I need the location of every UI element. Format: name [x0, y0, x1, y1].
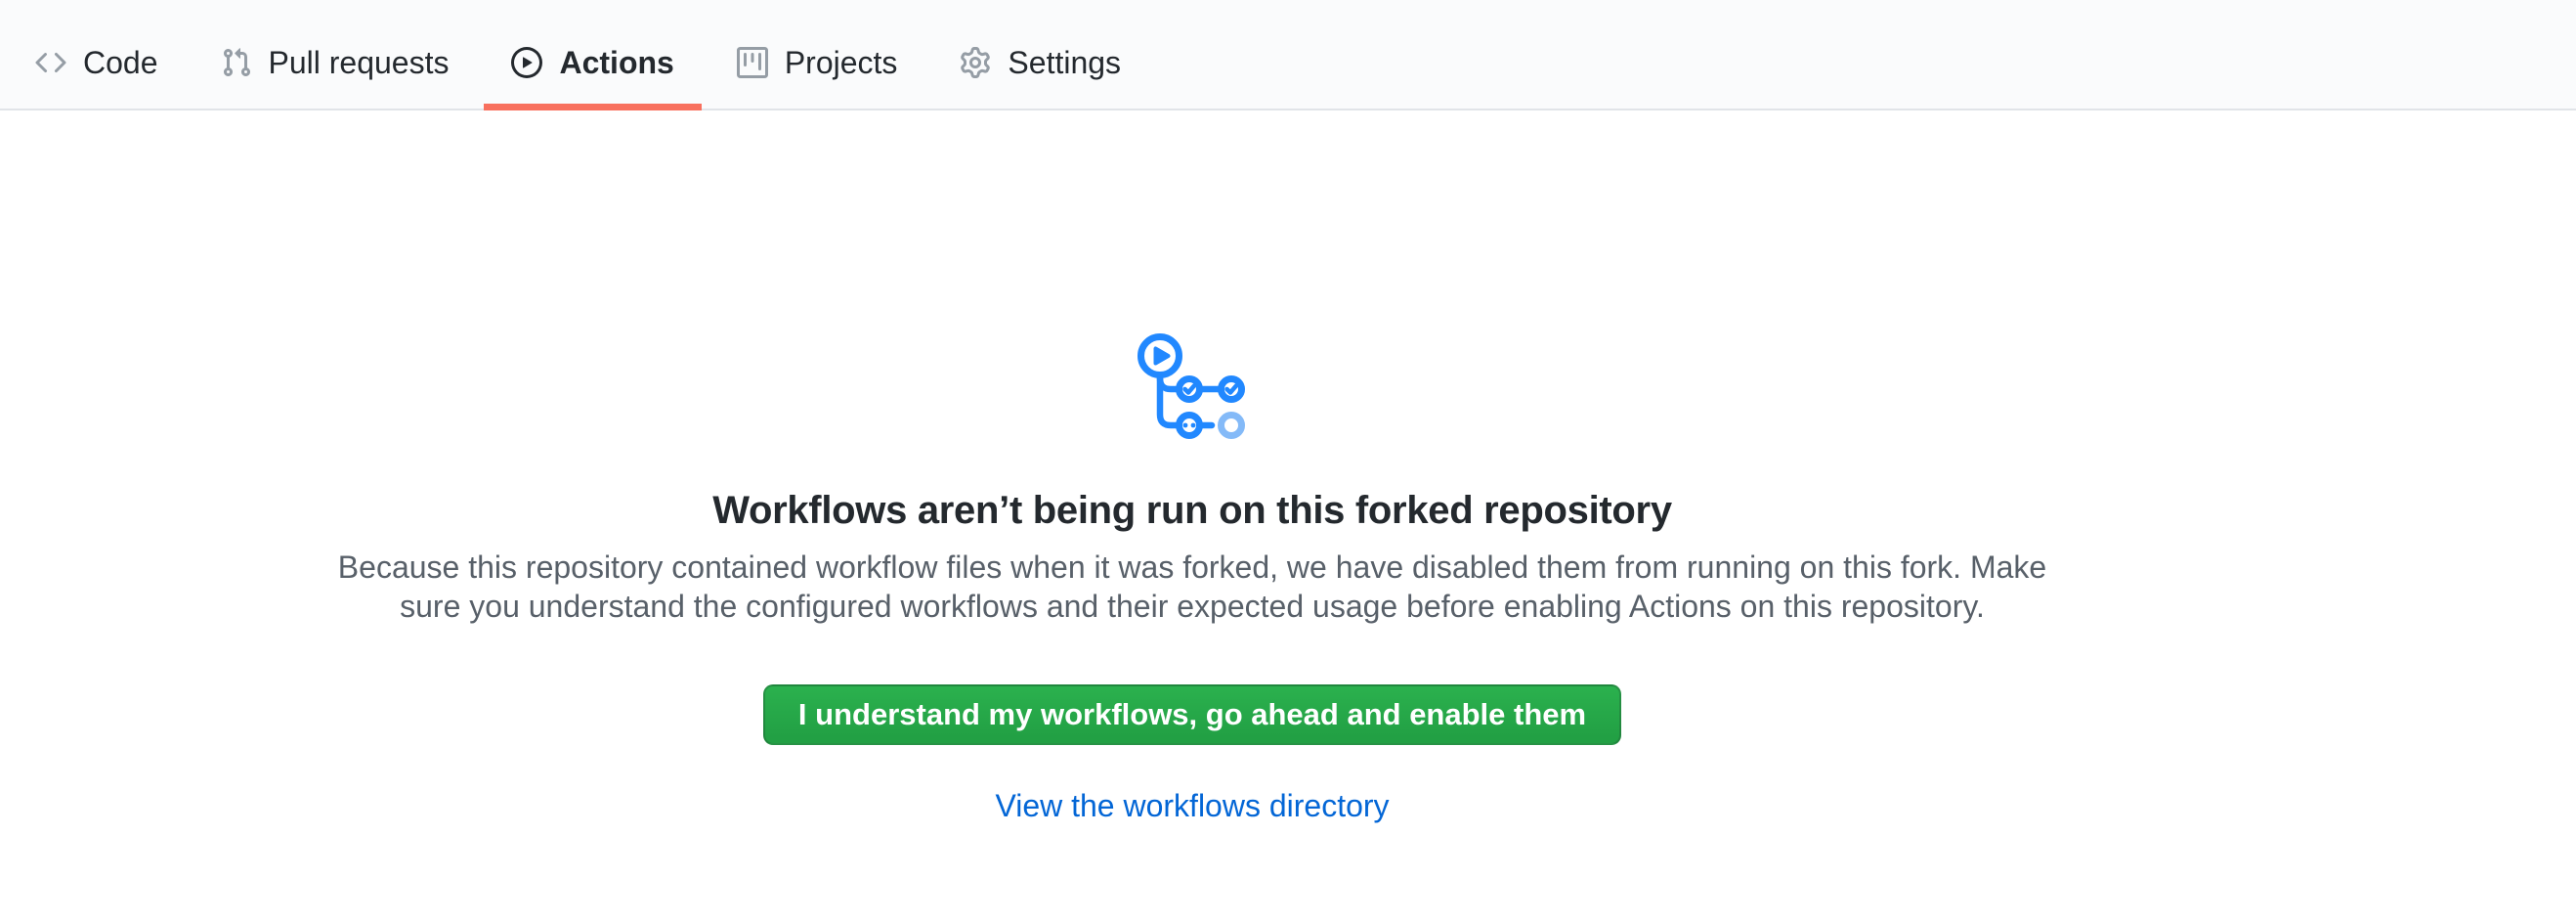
enable-workflows-button[interactable]: I understand my workflows, go ahead and … — [763, 684, 1621, 745]
gear-icon — [960, 47, 991, 78]
description-line-1: Because this repository contained workfl… — [338, 549, 2046, 585]
play-circle-icon — [511, 47, 542, 78]
workflow-graph-icon — [1136, 331, 1249, 441]
tab-actions[interactable]: Actions — [484, 0, 701, 109]
tab-pull-requests[interactable]: Pull requests — [193, 0, 477, 109]
blankslate-description: Because this repository contained workfl… — [0, 548, 2384, 626]
actions-disabled-blankslate: Workflows aren’t being run on this forke… — [0, 110, 2384, 825]
tab-settings[interactable]: Settings — [932, 0, 1148, 109]
tab-code[interactable]: Code — [8, 0, 186, 109]
tab-projects-label: Projects — [785, 47, 898, 78]
tab-code-label: Code — [83, 47, 158, 78]
main-content: Workflows aren’t being run on this forke… — [0, 110, 2384, 825]
page-title: Workflows aren’t being run on this forke… — [0, 487, 2384, 534]
tab-pull-requests-label: Pull requests — [269, 47, 450, 78]
enable-button-row: I understand my workflows, go ahead and … — [0, 626, 2384, 745]
pull-request-icon — [221, 47, 252, 78]
description-line-2: sure you understand the configured workf… — [400, 589, 1985, 624]
tab-projects[interactable]: Projects — [709, 0, 925, 109]
code-icon — [35, 47, 66, 78]
project-icon — [737, 47, 768, 78]
tab-settings-label: Settings — [1008, 47, 1121, 78]
workflows-link-row: View the workflows directory — [0, 786, 2384, 825]
view-workflows-directory-link[interactable]: View the workflows directory — [995, 788, 1389, 823]
tab-actions-label: Actions — [559, 47, 673, 78]
repo-nav: Code Pull requests Actions Projects Sett… — [0, 0, 2576, 110]
